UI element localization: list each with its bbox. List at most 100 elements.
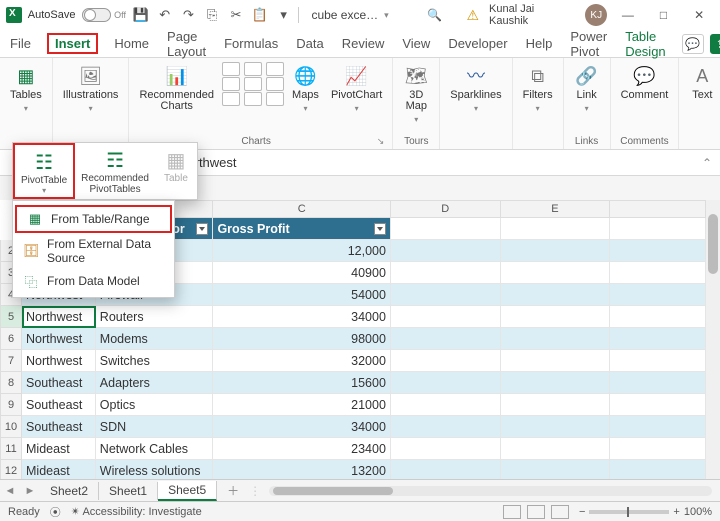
account-avatar[interactable]: KJ bbox=[585, 4, 607, 26]
zoom-slider[interactable] bbox=[589, 510, 669, 514]
cell[interactable] bbox=[610, 218, 706, 240]
cell[interactable] bbox=[610, 394, 706, 416]
tab-review[interactable]: Review bbox=[340, 34, 387, 53]
cell[interactable] bbox=[501, 416, 611, 438]
new-sheet-button[interactable]: ＋ bbox=[217, 482, 249, 499]
menu-from-external-data[interactable]: 🗄 From External Data Source bbox=[13, 233, 174, 269]
cell[interactable]: Northwest bbox=[22, 328, 96, 350]
cell[interactable] bbox=[610, 438, 706, 460]
scrollbar-thumb[interactable] bbox=[708, 214, 718, 274]
cell[interactable] bbox=[501, 328, 611, 350]
chart-type-combo-icon[interactable] bbox=[244, 92, 262, 106]
cell[interactable]: Adapters bbox=[96, 372, 214, 394]
cell[interactable]: 34000 bbox=[213, 416, 390, 438]
col-header-blank[interactable] bbox=[610, 200, 706, 218]
cell[interactable] bbox=[610, 416, 706, 438]
comment-button[interactable]: 💬Comment bbox=[617, 62, 673, 103]
cell[interactable]: Mideast bbox=[22, 438, 96, 460]
warning-icon[interactable]: ⚠ bbox=[466, 7, 479, 24]
cell[interactable] bbox=[501, 372, 611, 394]
cell[interactable]: Modems bbox=[96, 328, 214, 350]
chart-type-statistic-icon[interactable] bbox=[244, 77, 262, 91]
vertical-scrollbar[interactable] bbox=[706, 200, 720, 481]
cell[interactable] bbox=[391, 262, 501, 284]
title-dropdown-icon[interactable]: ▾ bbox=[384, 10, 389, 21]
copy-icon[interactable]: ⎘ bbox=[203, 6, 221, 24]
maps-button[interactable]: 🌐Maps▾ bbox=[288, 62, 323, 116]
cell[interactable]: 21000 bbox=[213, 394, 390, 416]
sparklines-button[interactable]: 〰Sparklines▾ bbox=[446, 62, 505, 116]
row-header[interactable]: 9 bbox=[0, 394, 22, 416]
sheet-nav-prev-icon[interactable]: ◄ bbox=[0, 485, 20, 497]
tab-home[interactable]: Home bbox=[112, 34, 151, 53]
cell[interactable] bbox=[391, 240, 501, 262]
share-button[interactable]: ⇪ bbox=[710, 34, 720, 54]
zoom-level[interactable]: 100% bbox=[684, 506, 712, 518]
filter-dropdown-icon[interactable] bbox=[196, 223, 208, 235]
cell[interactable] bbox=[391, 416, 501, 438]
cell[interactable]: Routers bbox=[96, 306, 214, 328]
cell[interactable] bbox=[501, 284, 611, 306]
sheet-nav-next-icon[interactable]: ► bbox=[20, 485, 40, 497]
cell[interactable]: 23400 bbox=[213, 438, 390, 460]
sheet-tab[interactable]: Sheet2 bbox=[40, 482, 99, 500]
formula-bar-collapse-icon[interactable]: ⌃ bbox=[702, 156, 712, 170]
cell[interactable] bbox=[501, 218, 611, 240]
row-header[interactable]: 8 bbox=[0, 372, 22, 394]
qat-dropdown-icon[interactable]: ▾ bbox=[275, 6, 293, 24]
accessibility-status[interactable]: ✴ Accessibility: Investigate bbox=[71, 505, 202, 518]
cell[interactable] bbox=[391, 372, 501, 394]
chart-type-hierarchy-icon[interactable] bbox=[222, 77, 240, 91]
charts-dialog-launcher-icon[interactable]: ↘ bbox=[377, 136, 385, 147]
cell[interactable] bbox=[391, 284, 501, 306]
cell[interactable] bbox=[610, 372, 706, 394]
autosave-toggle[interactable] bbox=[82, 8, 112, 22]
recommended-pivottables-button[interactable]: ☶ Recommended PivotTables bbox=[75, 143, 155, 199]
cell[interactable] bbox=[501, 262, 611, 284]
cell[interactable]: SDN bbox=[96, 416, 214, 438]
menu-from-table-range[interactable]: ▦ From Table/Range bbox=[15, 205, 172, 233]
cell[interactable]: 98000 bbox=[213, 328, 390, 350]
save-icon[interactable]: 💾 bbox=[132, 6, 150, 24]
cell[interactable]: 32000 bbox=[213, 350, 390, 372]
view-page-break-icon[interactable] bbox=[551, 505, 569, 519]
cell[interactable] bbox=[501, 350, 611, 372]
cell[interactable] bbox=[501, 306, 611, 328]
cell[interactable]: Switches bbox=[96, 350, 214, 372]
cell[interactable] bbox=[610, 328, 706, 350]
tab-page-layout[interactable]: Page Layout bbox=[165, 27, 208, 61]
tables-button[interactable]: ▦Tables▾ bbox=[6, 62, 46, 116]
cell[interactable] bbox=[501, 438, 611, 460]
cell[interactable]: 34000 bbox=[213, 306, 390, 328]
macro-record-icon[interactable]: ⦿ bbox=[50, 504, 61, 520]
text-button[interactable]: AText bbox=[685, 62, 719, 103]
col-header-c[interactable]: C bbox=[213, 200, 390, 218]
chart-type-line-icon[interactable] bbox=[244, 62, 262, 76]
tab-insert[interactable]: Insert bbox=[47, 33, 98, 54]
tab-view[interactable]: View bbox=[400, 34, 432, 53]
comments-pane-icon[interactable]: 💬 bbox=[682, 34, 704, 54]
cell[interactable] bbox=[610, 240, 706, 262]
cell[interactable]: Optics bbox=[96, 394, 214, 416]
sheet-tab-active[interactable]: Sheet5 bbox=[158, 481, 217, 501]
pivotchart-button[interactable]: 📈PivotChart▾ bbox=[327, 62, 386, 116]
cut-icon[interactable]: ✂ bbox=[227, 6, 245, 24]
redo-icon[interactable]: ↷ bbox=[180, 6, 198, 24]
tab-formulas[interactable]: Formulas bbox=[222, 34, 280, 53]
view-page-layout-icon[interactable] bbox=[527, 505, 545, 519]
cell[interactable] bbox=[501, 394, 611, 416]
close-button[interactable]: ✕ bbox=[684, 0, 714, 30]
chart-type-waterfall-icon[interactable] bbox=[266, 92, 284, 106]
cell[interactable]: 12,000 bbox=[213, 240, 390, 262]
minimize-button[interactable]: — bbox=[613, 0, 643, 30]
cell[interactable]: 15600 bbox=[213, 372, 390, 394]
cell[interactable] bbox=[391, 438, 501, 460]
view-normal-icon[interactable] bbox=[503, 505, 521, 519]
undo-icon[interactable]: ↶ bbox=[156, 6, 174, 24]
row-header[interactable]: 7 bbox=[0, 350, 22, 372]
cell[interactable] bbox=[610, 284, 706, 306]
cell[interactable] bbox=[391, 328, 501, 350]
maximize-button[interactable]: □ bbox=[649, 0, 679, 30]
cell[interactable] bbox=[391, 218, 501, 240]
col-header-e[interactable]: E bbox=[501, 200, 611, 218]
